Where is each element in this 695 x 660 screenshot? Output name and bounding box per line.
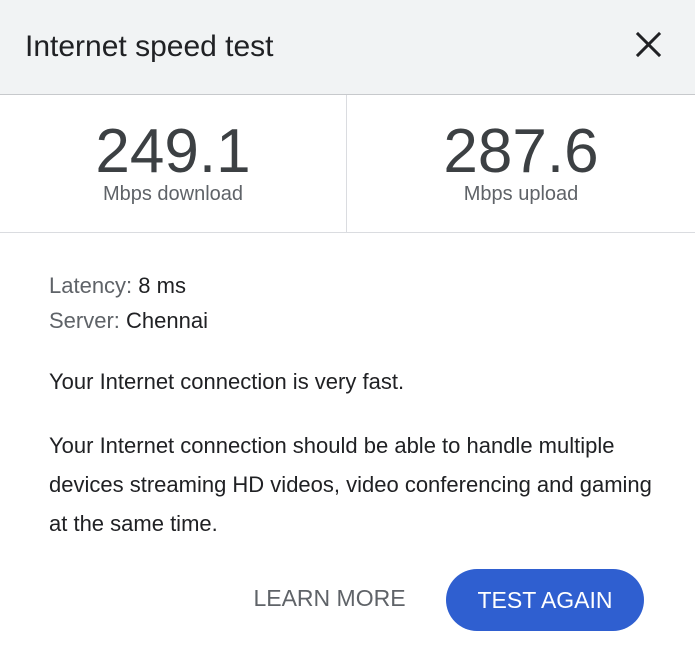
learn-more-button[interactable]: LEARN MORE: [232, 574, 427, 622]
download-result: 249.1 Mbps download: [0, 95, 346, 232]
upload-result: 287.6 Mbps upload: [347, 95, 695, 232]
server-row: Server: Chennai: [49, 303, 649, 338]
latency-label: Latency:: [49, 273, 133, 298]
dialog-title: Internet speed test: [25, 30, 274, 63]
upload-speed-unit: Mbps upload: [463, 183, 579, 205]
server-value: Chennai: [126, 308, 208, 333]
connection-summary: Your Internet connection is very fast.: [49, 369, 405, 394]
speed-test-dialog: Internet speed test 249.1 Mbps download …: [0, 0, 695, 660]
close-button[interactable]: [629, 26, 669, 66]
latency-value: 8 ms: [138, 273, 186, 298]
latency-row: Latency: 8 ms: [49, 268, 649, 303]
close-icon: [635, 31, 662, 58]
speed-results: 249.1 Mbps download 287.6 Mbps upload: [0, 95, 695, 233]
server-label: Server:: [49, 308, 120, 333]
download-speed-unit: Mbps download: [102, 183, 244, 205]
dialog-header: Internet speed test: [0, 0, 695, 95]
test-again-button[interactable]: TEST AGAIN: [446, 569, 644, 631]
download-speed-value: 249.1: [95, 117, 251, 186]
connection-details: Latency: 8 ms Server: Chennai: [49, 268, 649, 338]
connection-description: Your Internet connection should be able …: [49, 433, 652, 536]
upload-speed-value: 287.6: [443, 117, 599, 186]
